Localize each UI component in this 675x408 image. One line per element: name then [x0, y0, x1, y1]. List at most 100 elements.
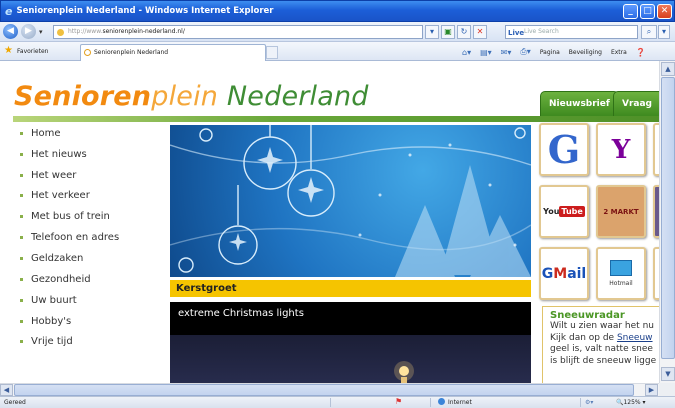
safety-menu[interactable]: Beveiliging	[569, 49, 602, 56]
minimize-button[interactable]: _	[623, 4, 638, 19]
horizontal-scroll-thumb[interactable]	[14, 384, 634, 396]
search-icon[interactable]: ⌕	[641, 25, 657, 39]
ie-logo-icon: e	[5, 4, 13, 18]
search-field[interactable]: Live Live Search	[505, 25, 638, 39]
zoom-level[interactable]: 🔍125% ▾	[616, 397, 646, 408]
status-bar: Gereed ⚑ Internet ⚙▾ 🔍125% ▾	[0, 396, 675, 408]
stop-icon[interactable]: ✕	[473, 25, 487, 39]
horizontal-scrollbar[interactable]: ◀ ▶	[0, 383, 659, 396]
live-search-brand: Live	[508, 29, 525, 37]
favorites-star-icon[interactable]: ★	[4, 45, 13, 56]
site-favicon-icon	[57, 29, 64, 36]
address-field[interactable]: http://www.seniorenplein-nederland.nl/	[53, 25, 423, 39]
sneeuwradar-line-1: Wilt u zien waar het nu	[550, 321, 654, 331]
mail-icon[interactable]: ✉▾	[501, 48, 512, 57]
header-divider	[13, 116, 659, 122]
address-prefix: http://www.	[68, 28, 103, 35]
feeds-icon[interactable]: ▤▾	[480, 48, 492, 57]
status-divider	[580, 398, 581, 407]
window-title: Seniorenplein Nederland - Windows Intern…	[16, 6, 274, 16]
menu-item-bus-of-trein[interactable]: Met bus of trein	[20, 206, 119, 227]
menu-item-het-weer[interactable]: Het weer	[20, 165, 119, 186]
forward-button[interactable]: ▶	[21, 24, 36, 39]
print-icon[interactable]: ⎙▾	[520, 47, 530, 57]
address-url: seniorenplein-nederland.nl/	[102, 28, 185, 35]
search-placeholder: Live Search	[524, 28, 559, 35]
christmas-ornaments-graphic	[170, 125, 531, 277]
address-dropdown-icon[interactable]: ▾	[425, 25, 439, 39]
favorites-bar: ★ Favorieten Seniorenplein Nederland ⌂▾ …	[0, 42, 675, 61]
logo-part-2: plein	[151, 81, 219, 112]
tab-title: Seniorenplein Nederland	[94, 49, 169, 56]
christmas-banner-image[interactable]	[170, 125, 531, 277]
protected-mode-icon[interactable]: ⚑	[395, 397, 402, 407]
tools-menu[interactable]: Extra	[611, 49, 627, 56]
menu-item-het-nieuws[interactable]: Het nieuws	[20, 144, 119, 165]
sneeuwradar-link[interactable]: Sneeuw	[617, 333, 653, 343]
help-icon[interactable]: ❓	[636, 48, 646, 57]
page-content: Seniorenplein Nederland Nieuwsbrief Vraa…	[0, 61, 659, 383]
menu-item-het-verkeer[interactable]: Het verkeer	[20, 186, 119, 207]
status-text: Gereed	[4, 399, 26, 406]
menu-item-geldzaken[interactable]: Geldzaken	[20, 248, 119, 269]
maximize-button[interactable]: □	[640, 4, 655, 19]
close-button[interactable]: ✕	[657, 4, 672, 19]
scroll-right-arrow-icon[interactable]: ▶	[645, 384, 658, 396]
logo-part-1: Senioren	[14, 81, 152, 112]
new-tab-button[interactable]	[266, 46, 278, 59]
hotmail-tile[interactable]: Hotmail	[596, 247, 646, 300]
menu-item-gezondheid[interactable]: Gezondheid	[20, 269, 119, 290]
scroll-down-arrow-icon[interactable]: ▼	[661, 367, 675, 381]
sneeuwradar-line-3: geel is, valt natte snee	[550, 344, 653, 354]
scroll-up-arrow-icon[interactable]: ▲	[661, 62, 675, 76]
search-options-icon[interactable]: ▾	[658, 25, 670, 39]
popup-blocker-icon[interactable]: ⚙▾	[585, 397, 593, 408]
vertical-scrollbar[interactable]: ▲ ▼	[659, 61, 675, 383]
video-thumbnail	[170, 335, 531, 383]
sneeuwradar-line-2: Kijk dan op de Sneeuw	[550, 332, 653, 343]
tab-favicon-icon	[84, 49, 91, 56]
refresh-icon[interactable]: ↻	[457, 25, 471, 39]
back-button[interactable]: ◀	[3, 24, 18, 39]
tab-vraag[interactable]: Vraag	[613, 91, 659, 116]
menu-item-home[interactable]: Home	[20, 123, 119, 144]
quick-link-tiles: G Y You Tube 2 MARKT G Mail Hotmail	[539, 123, 659, 303]
video-title: extreme Christmas lights	[178, 308, 304, 319]
status-divider	[430, 398, 431, 407]
banner-caption: Kerstgroet	[170, 280, 531, 297]
video-player[interactable]: extreme Christmas lights	[170, 302, 531, 383]
favorites-button[interactable]: Favorieten	[17, 48, 48, 55]
globe-icon	[438, 398, 445, 405]
hotmail-envelope-icon	[610, 260, 632, 276]
menu-item-uw-buurt[interactable]: Uw buurt	[20, 290, 119, 311]
scroll-left-arrow-icon[interactable]: ◀	[0, 384, 13, 396]
marktplaats-tile[interactable]: 2 MARKT	[596, 185, 646, 238]
menu-item-vrije-tijd[interactable]: Vrije tijd	[20, 331, 119, 352]
history-dropdown-icon[interactable]: ▾	[39, 28, 43, 36]
youtube-tile[interactable]: You Tube	[539, 185, 589, 238]
sneeuwradar-title[interactable]: Sneeuwradar	[550, 310, 659, 321]
yahoo-tile[interactable]: Y	[596, 123, 646, 176]
browser-tab[interactable]: Seniorenplein Nederland	[80, 44, 266, 61]
page-menu[interactable]: Pagina	[540, 49, 560, 56]
command-bar: ⌂▾ ▤▾ ✉▾ ⎙▾ Pagina Beveiliging Extra ❓	[462, 47, 646, 57]
logo-part-3: Nederland	[218, 81, 369, 112]
menu-item-telefoon-en-adres[interactable]: Telefoon en adres	[20, 227, 119, 248]
video-scene-graphic	[394, 361, 414, 383]
home-icon[interactable]: ⌂▾	[462, 48, 471, 57]
vertical-scroll-thumb[interactable]	[661, 77, 675, 359]
main-menu: Home Het nieuws Het weer Het verkeer Met…	[20, 123, 119, 352]
scrollbar-corner	[659, 383, 675, 396]
navigation-bar: ◀ ▶ ▾ http://www.seniorenplein-nederland…	[0, 22, 675, 42]
status-divider	[330, 398, 331, 407]
menu-item-hobbys[interactable]: Hobby's	[20, 311, 119, 332]
window-titlebar: e Seniorenplein Nederland - Windows Inte…	[0, 0, 675, 22]
compatibility-icon[interactable]: ▣	[441, 25, 455, 39]
site-logo[interactable]: Seniorenplein Nederland	[14, 81, 369, 112]
tab-nieuwsbrief[interactable]: Nieuwsbrief	[540, 91, 619, 116]
sneeuwradar-box: Sneeuwradar Wilt u zien waar het nu Kijk…	[542, 306, 659, 383]
sneeuwradar-line-4: is blijft de sneeuw ligge	[550, 355, 657, 366]
internet-zone[interactable]: Internet	[438, 397, 472, 408]
gmail-tile[interactable]: G Mail	[539, 247, 589, 300]
google-tile[interactable]: G	[539, 123, 589, 176]
